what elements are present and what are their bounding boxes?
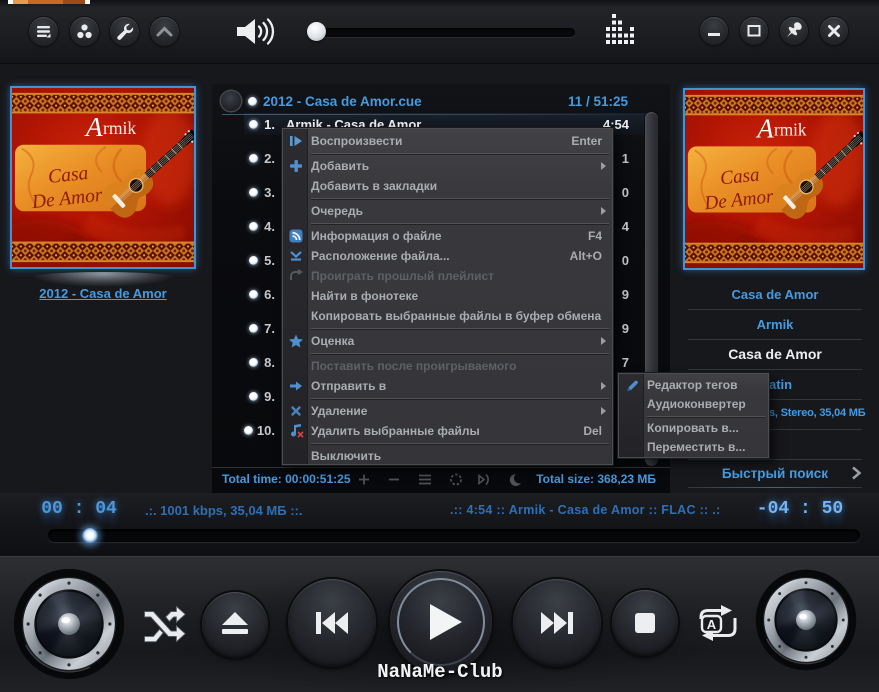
svg-text:A: A	[707, 617, 717, 632]
